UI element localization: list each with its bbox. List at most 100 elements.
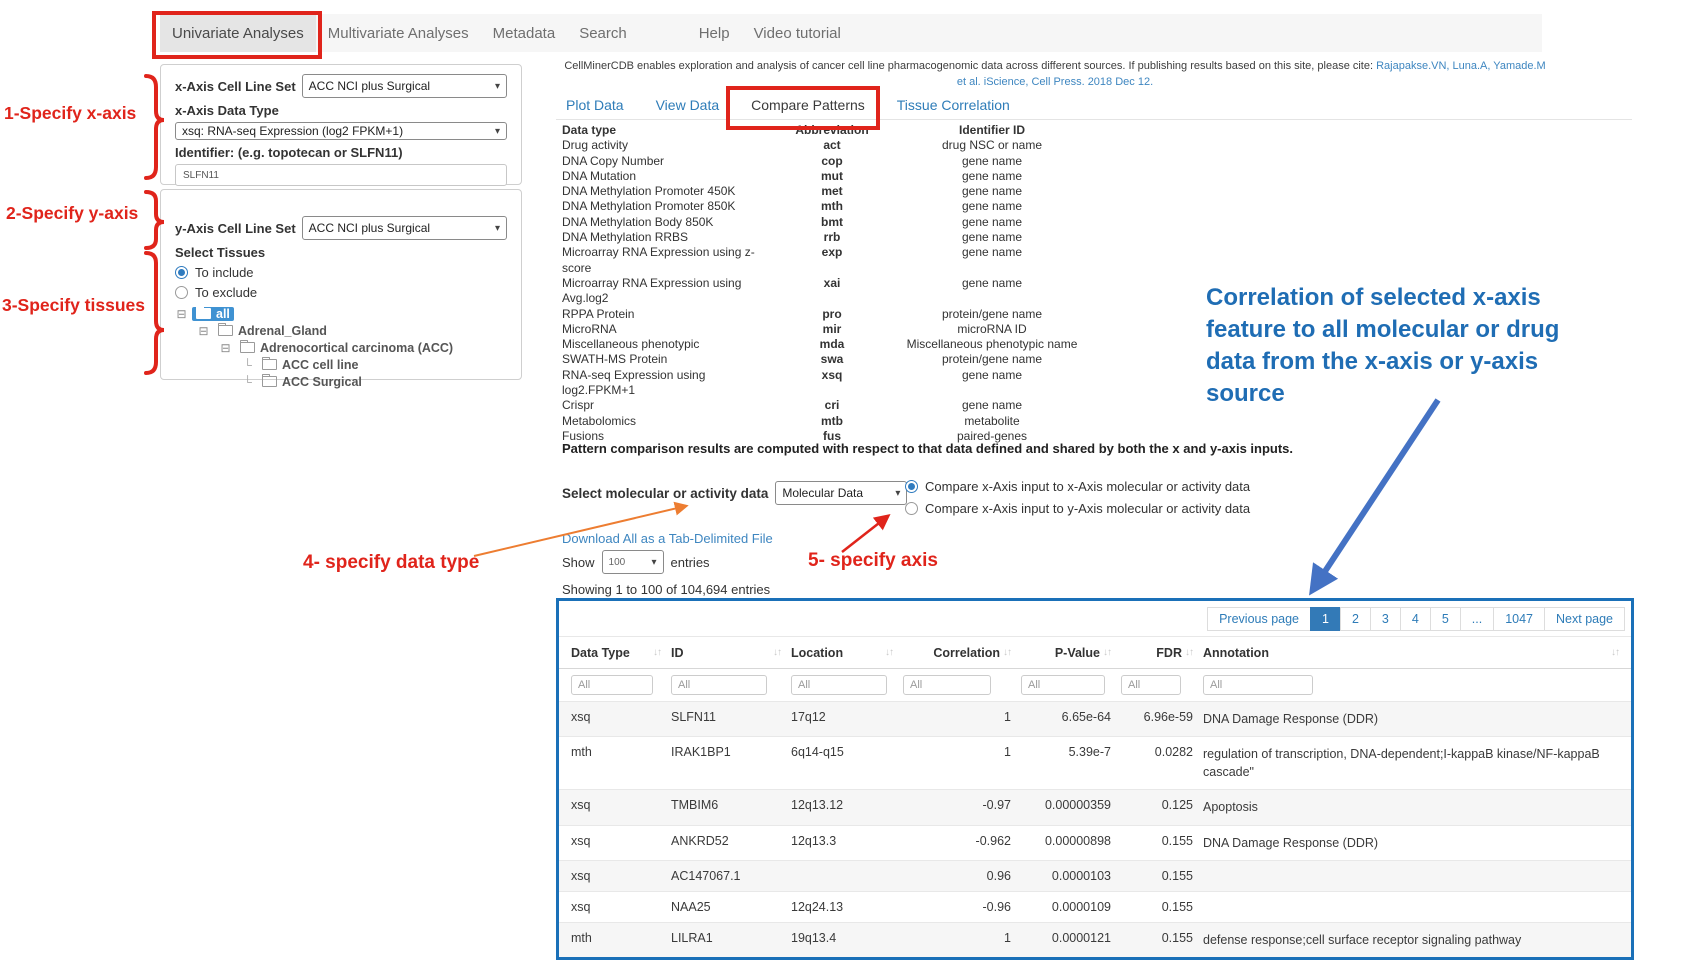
filter-input-p-value[interactable] [1021,675,1105,695]
page-button-4[interactable]: 4 [1400,607,1431,631]
column-header-annotation[interactable]: Annotation↓↑ [1203,637,1619,668]
sort-icon: ↓↑ [885,647,893,658]
page-button-3[interactable]: 3 [1370,607,1401,631]
abbrev-row: Microarray RNA Expression using Avg.log2… [562,276,1092,307]
abbrev-row: RNA-seq Expression using log2.FPKM+1xsqg… [562,368,1092,399]
abbrev-row: MicroRNAmirmicroRNA ID [562,322,1092,337]
column-header-p-value[interactable]: P-Value↓↑ [1021,637,1121,668]
annotation-step3: 3-Specify tissues [2,295,145,316]
tree-connector: └ [241,358,254,372]
tree-item[interactable]: ⊟Adrenal_Gland [175,322,507,339]
previous-page-button[interactable]: Previous page [1207,607,1311,631]
filter-input-id[interactable] [671,675,767,695]
abbrev-row: DNA Methylation Promoter 850Kmthgene nam… [562,199,1092,214]
nav-item-help[interactable]: Help [687,15,742,52]
page-length-select[interactable]: 100▾ [602,550,664,574]
folder-icon [240,342,255,353]
citation-link[interactable]: et al. iScience, Cell Press. 2018 Dec 12… [957,76,1153,88]
tissues-exclude-radio[interactable]: To exclude [175,285,507,300]
nav-item-search[interactable]: Search [567,15,639,52]
show-entries-row: Show 100▾ entries [562,550,710,574]
folder-icon [218,325,233,336]
chevron-down-icon: ▾ [495,81,500,92]
table-row: xsqTMBIM612q13.12-0.970.000003590.125Apo… [559,789,1631,824]
chevron-down-icon: ▾ [652,557,657,568]
abbrev-row: SWATH-MS Proteinswaprotein/gene name [562,352,1092,367]
abbrev-row: DNA Methylation RRBSrrbgene name [562,230,1092,245]
abbrev-row: Microarray RNA Expression using z-scoree… [562,245,1092,276]
annotation-step5: 5- specify axis [808,550,938,572]
collapse-icon[interactable]: ⊟ [219,341,232,355]
y-axis-tissues-panel: y-Axis Cell Line Set ACC NCI plus Surgic… [160,189,522,380]
tree-item[interactable]: └ACC Surgical [175,373,507,390]
annotation-correlation-note: Correlation of selected x-axisfeature to… [1206,282,1626,410]
identifier-input[interactable] [175,164,507,186]
x-axis-data-type-select[interactable]: xsq: RNA-seq Expression (log2 FPKM+1)▾ [175,122,507,140]
tissues-exclude-label: To exclude [195,285,257,300]
abbrev-row: DNA Mutationmutgene name [562,169,1092,184]
results-table-header: Data Type↓↑ID↓↑Location↓↑Correlation↓↑P-… [559,637,1631,669]
tab-tissue-correlation[interactable]: Tissue Correlation [893,95,1014,115]
column-header-location[interactable]: Location↓↑ [791,637,903,668]
annotation-step4: 4- specify data type [303,552,479,574]
column-header-data-type[interactable]: Data Type↓↑ [571,637,671,668]
molecular-data-select[interactable]: Molecular Data▾ [775,481,907,505]
sort-icon: ↓↑ [1003,647,1011,658]
citation-link[interactable]: Rajapakse.VN, Luna.A, Yamade.M [1376,60,1546,72]
sort-icon: ↓↑ [773,647,781,658]
sort-icon: ↓↑ [1185,647,1193,658]
y-axis-cell-line-set-label: y-Axis Cell Line Set [175,221,296,236]
y-axis-cell-line-set-select[interactable]: ACC NCI plus Surgical▾ [302,216,507,240]
download-all-link[interactable]: Download All as a Tab-Delimited File [562,531,773,546]
filter-input-location[interactable] [791,675,887,695]
radio-icon [175,286,188,299]
folder-icon [262,376,277,387]
tree-item[interactable]: └ACC cell line [175,356,507,373]
compare-y-axis-radio-label: Compare x-Axis input to y-Axis molecular… [925,501,1250,516]
tab-compare-patterns[interactable]: Compare Patterns [747,95,869,115]
filter-input-correlation[interactable] [903,675,991,695]
column-header-id[interactable]: ID↓↑ [671,637,791,668]
x-axis-cell-line-set-select[interactable]: ACC NCI plus Surgical▾ [302,74,507,98]
x-axis-panel: x-Axis Cell Line Set ACC NCI plus Surgic… [160,64,522,185]
tree-item[interactable]: ⊟all [175,305,507,322]
abbrev-row: DNA Methylation Body 850Kbmtgene name [562,215,1092,230]
folder-icon [262,359,277,370]
tabs-divider [556,119,1632,120]
collapse-icon[interactable]: ⊟ [175,307,188,321]
column-header-fdr[interactable]: FDR↓↑ [1121,637,1203,668]
table-row: xsqNAA2512q24.13-0.960.00001090.155 [559,891,1631,922]
nav-item-video-tutorial[interactable]: Video tutorial [742,15,853,52]
radio-icon [905,480,918,493]
filter-input-data-type[interactable] [571,675,653,695]
tissues-include-radio[interactable]: To include [175,265,507,280]
page-button-...[interactable]: ... [1460,607,1494,631]
page-button-2[interactable]: 2 [1340,607,1371,631]
filter-input-fdr[interactable] [1121,675,1181,695]
results-table-body: xsqSLFN1117q1216.65e-646.96e-59DNA Damag… [559,701,1631,957]
annotation-step2: 2-Specify y-axis [6,203,138,224]
tissue-tree: ⊟all⊟Adrenal_Gland⊟Adrenocortical carcin… [175,305,507,390]
tab-view-data[interactable]: View Data [652,95,724,115]
column-header-correlation[interactable]: Correlation↓↑ [903,637,1021,668]
radio-icon [905,502,918,515]
compare-x-axis-radio[interactable]: Compare x-Axis input to x-Axis molecular… [905,479,1250,494]
nav-item-metadata[interactable]: Metadata [481,15,568,52]
table-row: xsqAC147067.10.960.00001030.155 [559,860,1631,891]
filter-input-annotation[interactable] [1203,675,1313,695]
results-table: Previous page12345...1047Next page Data … [556,598,1634,960]
compare-y-axis-radio[interactable]: Compare x-Axis input to y-Axis molecular… [905,501,1250,516]
abbrev-row: DNA Methylation Promoter 450Kmetgene nam… [562,184,1092,199]
table-row: xsqSLFN1117q1216.65e-646.96e-59DNA Damag… [559,701,1631,736]
page-button-5[interactable]: 5 [1430,607,1461,631]
collapse-icon[interactable]: ⊟ [197,324,210,338]
nav-item-univariate-analyses[interactable]: Univariate Analyses [160,15,316,52]
compare-x-axis-radio-label: Compare x-Axis input to x-Axis molecular… [925,479,1250,494]
tab-plot-data[interactable]: Plot Data [562,95,628,115]
next-page-button[interactable]: Next page [1544,607,1625,631]
nav-item-multivariate-analyses[interactable]: Multivariate Analyses [316,15,481,52]
tree-item[interactable]: ⊟Adrenocortical carcinoma (ACC) [175,339,507,356]
page-button-1047[interactable]: 1047 [1493,607,1545,631]
table-row: mthLILRA119q13.410.00001210.155defense r… [559,922,1631,957]
page-button-1[interactable]: 1 [1310,607,1341,631]
